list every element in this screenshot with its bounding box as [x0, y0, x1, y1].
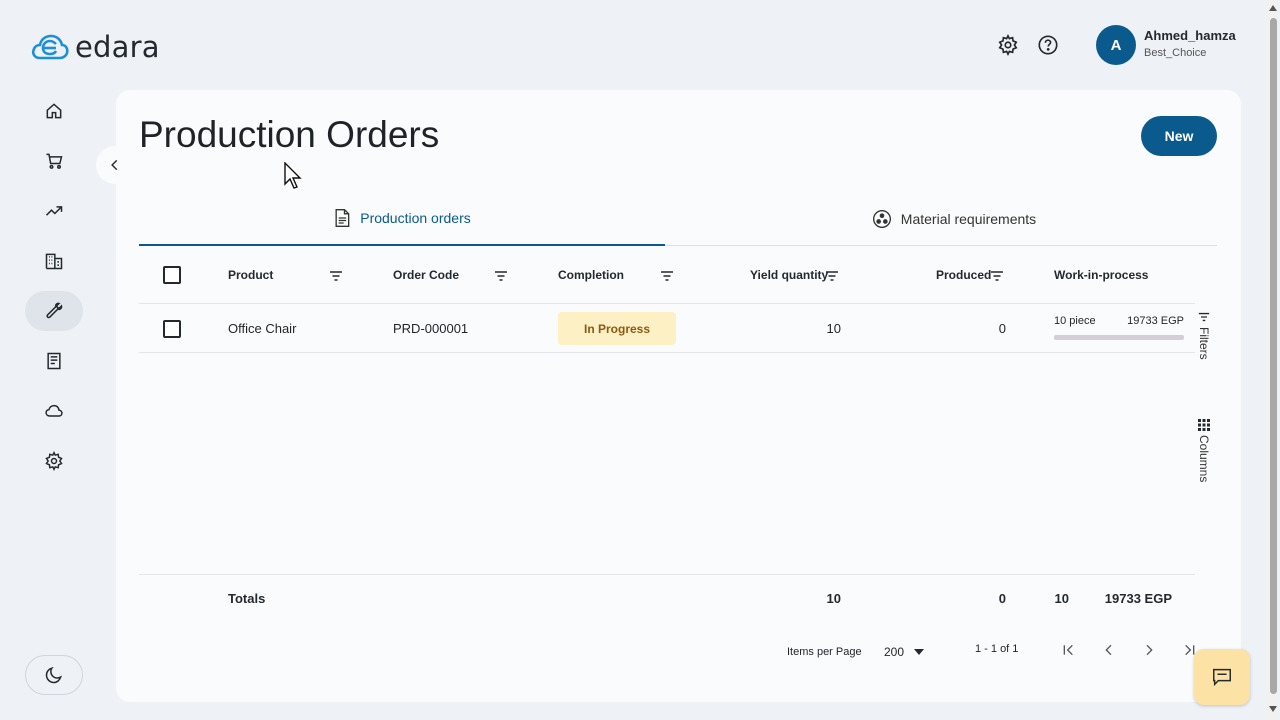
sidebar-item-accounting[interactable]	[25, 341, 83, 381]
document-icon	[335, 209, 350, 227]
divider	[139, 352, 1195, 353]
cart-icon	[46, 153, 63, 169]
sidebar-item-company[interactable]	[25, 241, 83, 281]
scroll-thumb[interactable]	[1270, 18, 1277, 694]
filter-icon	[1198, 312, 1210, 322]
edara-logo[interactable]: edara	[31, 30, 160, 64]
caret-down-icon	[914, 649, 925, 655]
trending-icon	[45, 206, 63, 216]
sidebar-item-settings[interactable]	[25, 441, 83, 481]
next-page-button[interactable]	[1139, 640, 1159, 660]
status-badge: In Progress	[558, 312, 676, 345]
new-button[interactable]: New	[1141, 116, 1217, 156]
brand-name: edara	[75, 30, 160, 64]
filter-icon[interactable]	[494, 270, 508, 282]
items-per-page-value: 200	[884, 645, 905, 659]
totals-wip-value: 19733 EGP	[1104, 591, 1172, 606]
user-company: Best_Choice	[1144, 47, 1207, 59]
column-header-yield-quantity[interactable]: Yield quantity	[750, 268, 828, 282]
filter-icon[interactable]	[329, 270, 343, 282]
filter-icon[interactable]	[660, 270, 674, 282]
totals-produced: 0	[998, 591, 1006, 606]
totals-label: Totals	[228, 591, 266, 606]
column-header-completion[interactable]: Completion	[558, 268, 624, 282]
chevron-right-icon	[1146, 644, 1153, 656]
column-header-product[interactable]: Product	[228, 268, 273, 282]
receipt-icon	[47, 352, 61, 370]
theme-toggle-button[interactable]	[25, 655, 83, 695]
cloud-icon	[45, 404, 63, 417]
moon-icon	[45, 666, 62, 684]
column-header-order-code[interactable]: Order Code	[393, 268, 459, 282]
settings-icon	[45, 451, 63, 471]
tab-material-requirements[interactable]: Material requirements	[691, 192, 1217, 246]
cell-wip-value: 19733 EGP	[1127, 315, 1184, 327]
scroll-down-icon[interactable]	[1269, 706, 1277, 712]
column-header-produced[interactable]: Produced	[936, 268, 991, 282]
filter-icon[interactable]	[990, 270, 1004, 282]
sidebar-item-reports[interactable]	[25, 191, 83, 231]
sidebar-item-cloud[interactable]	[25, 391, 83, 431]
divider	[139, 574, 1195, 575]
building-icon	[45, 253, 63, 270]
tab-production-orders[interactable]: Production orders	[139, 192, 665, 246]
page-title: Production Orders	[139, 114, 440, 155]
home-icon	[46, 103, 62, 119]
first-page-icon	[1063, 644, 1073, 656]
divider	[139, 303, 1195, 304]
chat-support-button[interactable]	[1194, 649, 1250, 705]
filters-panel-toggle[interactable]: Filters	[1197, 311, 1211, 360]
items-per-page-select[interactable]: 200	[884, 645, 925, 659]
column-header-work-in-process[interactable]: Work-in-process	[1054, 268, 1148, 282]
help-icon[interactable]	[1036, 33, 1060, 57]
cell-wip-quantity: 10 piece	[1054, 315, 1096, 327]
filter-icon[interactable]	[825, 270, 839, 282]
page-scrollbar[interactable]	[1266, 0, 1280, 720]
sidebar-item-sales[interactable]	[25, 141, 83, 181]
cell-product[interactable]: Office Chair	[228, 321, 296, 336]
filters-label: Filters	[1197, 327, 1211, 360]
materials-icon	[872, 210, 891, 228]
pagination-range: 1 - 1 of 1	[975, 643, 1019, 655]
grid-icon	[1198, 419, 1210, 431]
cell-produced: 0	[998, 321, 1006, 336]
totals-yield-quantity: 10	[826, 591, 841, 606]
previous-page-button[interactable]	[1099, 640, 1119, 660]
totals-wip-quantity: 10	[1054, 591, 1069, 606]
edara-cloud-logo-icon	[31, 34, 69, 60]
items-per-page-label: Items per Page	[787, 646, 862, 658]
gear-icon[interactable]	[996, 33, 1020, 57]
mouse-cursor-icon	[284, 162, 302, 189]
avatar[interactable]: A	[1096, 25, 1136, 65]
tabs: Production orders Material requirements	[139, 192, 1217, 246]
sidebar-item-manufacturing[interactable]	[25, 291, 83, 331]
columns-label: Columns	[1197, 435, 1211, 483]
select-all-checkbox[interactable]	[163, 266, 181, 284]
collapse-sidebar-button[interactable]	[96, 146, 134, 184]
scroll-up-icon[interactable]	[1269, 5, 1277, 11]
cell-yield-quantity: 10	[826, 321, 841, 336]
user-name[interactable]: Ahmed_hamza	[1144, 28, 1236, 43]
wrench-icon	[46, 302, 63, 319]
row-checkbox[interactable]	[163, 320, 181, 338]
columns-panel-toggle[interactable]: Columns	[1197, 419, 1211, 482]
tab-label: Material requirements	[900, 211, 1037, 227]
chat-icon	[1213, 668, 1231, 687]
chevron-left-icon	[111, 159, 118, 171]
cell-order-code[interactable]: PRD-000001	[393, 321, 468, 336]
chevron-left-icon	[1105, 644, 1112, 656]
first-page-button[interactable]	[1059, 640, 1079, 660]
sidebar-item-home[interactable]	[25, 91, 83, 131]
wip-progress-bar	[1054, 335, 1184, 340]
tab-label: Production orders	[360, 210, 471, 226]
